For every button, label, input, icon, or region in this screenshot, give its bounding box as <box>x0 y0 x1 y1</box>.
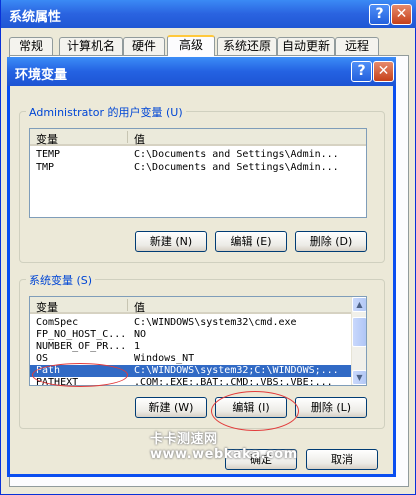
user-var-value: C:\Documents and Settings\Admin... <box>134 162 339 173</box>
environment-variables-dialog: 环境变量 ? ✕ Administrator 的用户变量 (U) 变量 值 TE… <box>7 57 396 477</box>
watermark-text: 卡卡测速网 www.webkaka.com <box>150 432 298 462</box>
system-list-header: 变量 值 <box>30 297 351 314</box>
tab-system-restore[interactable]: 系统还原 <box>217 37 277 55</box>
user-variables-legend: Administrator 的用户变量 (U) <box>26 104 186 120</box>
tab-hardware[interactable]: 硬件 <box>123 37 165 55</box>
system-var-name: NUMBER_OF_PR... <box>36 341 127 352</box>
user-delete-button[interactable]: 删除 (D) <box>295 231 367 252</box>
user-col-variable[interactable]: 变量 <box>36 131 58 147</box>
scroll-up-icon[interactable]: ▲ <box>352 297 366 312</box>
inner-close-button[interactable]: ✕ <box>373 61 394 82</box>
user-var-row[interactable]: TEMP C:\Documents and Settings\Admin... <box>30 149 366 161</box>
tab-general[interactable]: 常规 <box>9 37 53 55</box>
tab-auto-update[interactable]: 自动更新 <box>277 37 335 55</box>
system-list-scrollbar[interactable]: ▲ ▼ <box>351 297 366 385</box>
user-col-value[interactable]: 值 <box>134 131 145 147</box>
system-var-name: FP_NO_HOST_C... <box>36 329 127 340</box>
outer-close-button[interactable]: ✕ <box>391 4 412 25</box>
system-variables-legend: 系统变量 (S) <box>26 272 96 288</box>
system-var-row[interactable]: PATHEXT .COM;.EXE;.BAT;.CMD;.VBS;.VBE;..… <box>30 377 352 386</box>
user-list-header: 变量 值 <box>30 129 366 146</box>
system-edit-button[interactable]: 编辑 (I) <box>215 397 287 418</box>
user-variables-group: Administrator 的用户变量 (U) 变量 值 TEMP C:\Doc… <box>19 104 385 263</box>
system-var-row[interactable]: NUMBER_OF_PR... 1 <box>30 341 352 353</box>
system-var-name: OS <box>36 353 49 364</box>
scroll-down-icon[interactable]: ▼ <box>352 370 366 385</box>
inner-title: 环境变量 <box>15 68 68 83</box>
inner-help-button[interactable]: ? <box>351 61 372 82</box>
system-var-row[interactable]: OS Windows_NT <box>30 353 352 365</box>
system-var-row[interactable]: ComSpec C:\WINDOWS\system32\cmd.exe <box>30 317 352 329</box>
outer-title-bar[interactable]: 系统属性 ? ✕ <box>1 0 416 28</box>
tab-computer-name[interactable]: 计算机名 <box>59 37 123 55</box>
system-var-value: 1 <box>134 341 141 352</box>
user-var-value: C:\Documents and Settings\Admin... <box>134 149 339 160</box>
system-var-name: ComSpec <box>36 317 79 328</box>
system-var-value: C:\WINDOWS\system32;C:\WINDOWS;... <box>134 365 339 376</box>
system-var-name: PATHEXT <box>36 377 79 386</box>
outer-title: 系统属性 <box>9 10 62 25</box>
system-var-value: C:\WINDOWS\system32\cmd.exe <box>134 317 297 328</box>
system-properties-dialog: 系统属性 ? ✕ 常规 计算机名 硬件 高级 系统还原 自动更新 远程 环境变量… <box>0 0 416 495</box>
system-variables-list[interactable]: 变量 值 ComSpec C:\WINDOWS\system32\cmd.exe… <box>29 296 367 386</box>
system-var-row[interactable]: FP_NO_HOST_C... NO <box>30 329 352 341</box>
user-var-name: TMP <box>36 162 55 173</box>
cancel-button[interactable]: 取消 <box>306 449 378 470</box>
scroll-thumb[interactable] <box>352 317 366 347</box>
system-variables-group: 系统变量 (S) 变量 值 ComSpec C:\WINDOWS\system3… <box>19 272 385 429</box>
system-var-value: .COM;.EXE;.BAT;.CMD;.VBS;.VBE;... <box>134 377 333 386</box>
inner-title-bar[interactable]: 环境变量 ? ✕ <box>7 57 396 86</box>
system-delete-button[interactable]: 删除 (L) <box>295 397 367 418</box>
system-col-value[interactable]: 值 <box>134 299 145 315</box>
outer-help-button[interactable]: ? <box>369 4 390 25</box>
user-var-name: TEMP <box>36 149 61 160</box>
user-variables-list[interactable]: 变量 值 TEMP C:\Documents and Settings\Admi… <box>29 128 367 218</box>
system-var-value: NO <box>134 329 147 340</box>
tab-advanced[interactable]: 高级 <box>167 35 215 56</box>
system-var-value: Windows_NT <box>134 353 195 364</box>
system-col-variable[interactable]: 变量 <box>36 299 58 315</box>
system-var-row-selected[interactable]: Path C:\WINDOWS\system32;C:\WINDOWS;... <box>30 365 352 377</box>
user-var-row[interactable]: TMP C:\Documents and Settings\Admin... <box>30 162 366 174</box>
system-new-button[interactable]: 新建 (W) <box>135 397 207 418</box>
user-edit-button[interactable]: 编辑 (E) <box>215 231 287 252</box>
system-var-name: Path <box>36 365 61 376</box>
user-new-button[interactable]: 新建 (N) <box>135 231 207 252</box>
tab-remote[interactable]: 远程 <box>335 37 379 55</box>
